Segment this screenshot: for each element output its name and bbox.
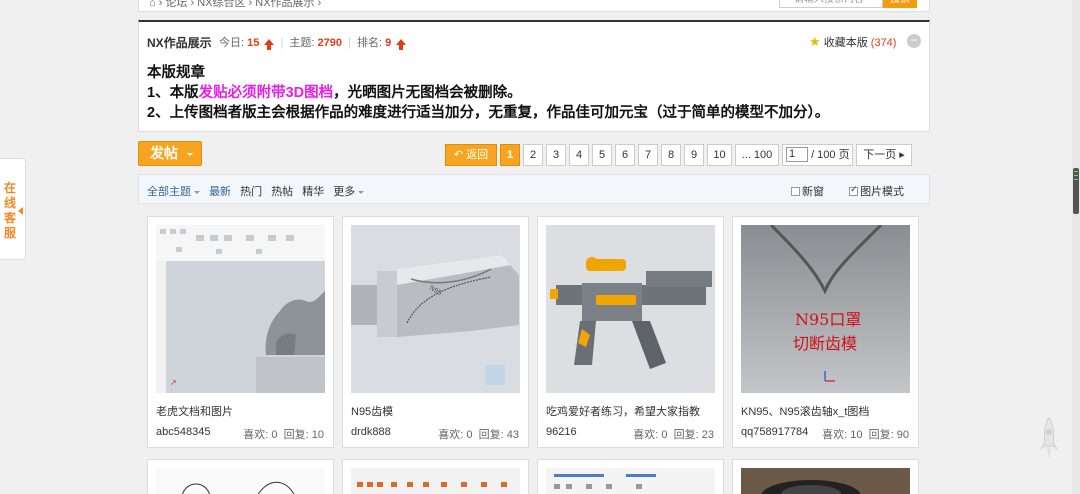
mask-label-1: N95口罩 [795, 310, 861, 329]
filter-more[interactable]: 更多 [333, 186, 365, 198]
back-button[interactable]: ↶ 返回 [445, 144, 497, 166]
pagination: ↶ 返回 1 2 3 4 5 6 7 8 9 10... 100 1 / 100 页下一页 ▸ [445, 144, 912, 166]
forum-stats: 今日: 15 | 主题: 2790 | 排名: 9 [219, 34, 407, 50]
filter-bar: 全部主题 最新 热门 热帖 精华 更多 新窗 图片模式 [138, 174, 930, 204]
filter-hot[interactable]: 热门 [240, 186, 262, 198]
thread-thumbnail[interactable] [156, 468, 325, 494]
filter-latest[interactable]: 最新 [209, 186, 231, 198]
top-nav-bar: ⌂ › 论坛 › NX综合区 › NX作品展示 › 请输入搜索内容 搜索 [138, 0, 930, 12]
thread-stats: 喜欢: 0 回复: 43 [438, 429, 519, 441]
online-service-tab[interactable]: 在线客服 [0, 158, 26, 260]
thread-thumbnail[interactable]: N95口罩 切断齿模 [741, 225, 910, 393]
thread-thumbnail[interactable] [351, 468, 520, 494]
page-6[interactable]: 6 [615, 144, 635, 166]
page-3[interactable]: 3 [546, 144, 566, 166]
new-post-label: 发帖 [150, 145, 178, 161]
collapse-icon[interactable]: − [907, 34, 921, 48]
main-content: ⌂ › 论坛 › NX综合区 › NX作品展示 › 请输入搜索内容 搜索 NX作… [138, 0, 930, 494]
thread-author[interactable]: abc548345 [156, 426, 210, 438]
favorite-forum-link[interactable]: ★ 收藏本版 (374) [809, 34, 896, 50]
page-2[interactable]: 2 [523, 144, 543, 166]
chevron-down-icon [187, 153, 193, 156]
thread-title[interactable]: KN95、N95滚齿轴x_t图档 [741, 403, 869, 419]
svg-text:↗: ↗ [170, 378, 177, 387]
topics-value: 2790 [317, 37, 343, 49]
star-icon: ★ [809, 34, 821, 49]
thread-grid: ↗ 老虎文档和图片 abc548345 喜欢: 0 回复: 10 N95 N95… [138, 204, 930, 494]
page-1[interactable]: 1 [500, 144, 520, 166]
image-mode-toggle[interactable]: 图片模式 [849, 184, 904, 198]
thread-stats: 喜欢: 0 回复: 10 [243, 429, 324, 441]
thread-thumbnail[interactable]: N95 [351, 225, 520, 393]
today-label: 今日: [219, 37, 245, 49]
breadcrumb[interactable]: ⌂ › 论坛 › NX综合区 › NX作品展示 › [149, 0, 321, 10]
page-10[interactable]: 10 [707, 144, 732, 166]
up-arrow-icon [264, 39, 275, 50]
search-button[interactable]: 搜索 [883, 0, 917, 8]
image-mode-checkbox[interactable] [849, 184, 859, 196]
topics-label: 主题: [289, 37, 315, 49]
rule-1: 1、本版发贴必须附带3D图档，光晒图片无图档会被删除。 [147, 85, 522, 101]
page-4[interactable]: 4 [569, 144, 589, 166]
mask-label-2: 切断齿模 [793, 334, 857, 353]
thread-thumbnail[interactable] [741, 468, 910, 494]
thread-stats: 喜欢: 10 回复: 90 [822, 429, 909, 441]
thread-card[interactable]: 吃鸡爱好者练习，希望大家指教 96216 喜欢: 0 回复: 23 [537, 216, 724, 448]
thread-thumbnail[interactable] [546, 468, 715, 494]
filter-all[interactable]: 全部主题 [147, 186, 200, 198]
new-post-button[interactable]: 发帖 [138, 141, 202, 166]
thread-author[interactable]: 96216 [546, 426, 577, 438]
thread-thumbnail[interactable]: ↗ [156, 225, 325, 393]
page-total: / 100 页 [811, 149, 850, 161]
filter-digest[interactable]: 精华 [302, 186, 324, 198]
forum-rules: 本版规章 1、本版发贴必须附带3D图档，光晒图片无图档会被删除。 2、上传图档者… [147, 63, 829, 123]
new-window-checkbox[interactable] [791, 187, 800, 196]
forum-title: NX作品展示 [147, 36, 212, 50]
forum-header: NX作品展示 今日: 15 | 主题: 2790 | 排名: 9 ★ 收藏本版 … [138, 20, 930, 132]
page-last[interactable]: ... 100 [735, 144, 779, 166]
up-arrow-icon [396, 39, 407, 50]
scrollbar-thumb[interactable] [1073, 168, 1079, 214]
thread-card[interactable] [537, 459, 724, 494]
page-7[interactable]: 7 [638, 144, 658, 166]
rules-title: 本版规章 [147, 65, 205, 81]
chevron-left-icon [18, 207, 23, 215]
thread-title[interactable]: N95齿模 [351, 403, 393, 419]
thread-title[interactable]: 吃鸡爱好者练习，希望大家指教 [546, 403, 700, 419]
page-8[interactable]: 8 [661, 144, 681, 166]
thread-title[interactable]: 老虎文档和图片 [156, 403, 233, 419]
favorite-label: 收藏本版 [823, 37, 868, 49]
rocket-icon[interactable] [1038, 416, 1060, 462]
chevron-down-icon [358, 190, 365, 194]
thread-card[interactable] [147, 459, 334, 494]
thread-card[interactable] [342, 459, 529, 494]
thread-stats: 喜欢: 0 回复: 23 [633, 429, 714, 441]
filter-hot-post[interactable]: 热帖 [271, 186, 293, 198]
thread-thumbnail[interactable] [546, 225, 715, 393]
page-5[interactable]: 5 [592, 144, 612, 166]
page-9[interactable]: 9 [684, 144, 704, 166]
chevron-down-icon [194, 190, 200, 194]
new-window-toggle[interactable]: 新窗 [791, 186, 824, 198]
thread-author[interactable]: drdk888 [351, 426, 391, 438]
page-jump-input[interactable]: 1 [786, 147, 808, 162]
rank-label: 排名: [357, 37, 383, 49]
thread-card[interactable]: N95 N95齿模 drdk888 喜欢: 0 回复: 43 [342, 216, 529, 448]
rule-1-highlight: 发贴必须附带3D图档 [198, 85, 334, 101]
next-page-button[interactable]: 下一页 ▸ [856, 144, 912, 166]
rule-2: 2、上传图档者版主会根据作品的难度进行适当加分，无重复，作品佳可加元宝（过于简单… [147, 105, 830, 121]
thread-card[interactable]: N95口罩 切断齿模 KN95、N95滚齿轴x_t图档 qq758917784 … [732, 216, 919, 448]
thread-card[interactable]: ↗ 老虎文档和图片 abc548345 喜欢: 0 回复: 10 [147, 216, 334, 448]
online-service-label: 在线客服 [4, 181, 17, 240]
search-input[interactable]: 请输入搜索内容 [779, 0, 883, 8]
today-value: 15 [247, 37, 260, 49]
favorite-count: (374) [870, 37, 897, 49]
thread-author[interactable]: qq758917784 [741, 426, 808, 438]
scrollbar[interactable] [1072, 0, 1080, 494]
thread-card[interactable] [732, 459, 919, 494]
rank-value: 9 [385, 37, 392, 49]
page-jump: 1 / 100 页 [782, 144, 853, 166]
